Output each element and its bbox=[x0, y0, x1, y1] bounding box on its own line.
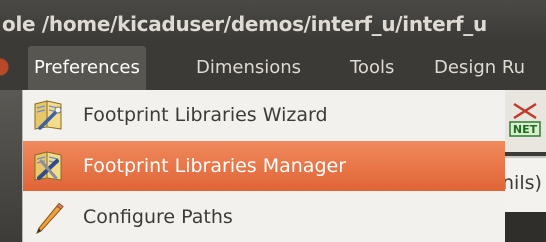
toolbar-field[interactable]: nils) bbox=[502, 156, 546, 212]
window-title: ole /home/kicaduser/demos/interf_u/inter… bbox=[2, 12, 487, 36]
canvas-edge bbox=[504, 212, 546, 242]
pencil-icon bbox=[36, 202, 64, 234]
svg-text:NET: NET bbox=[513, 123, 538, 136]
toolbar-button-area: NET bbox=[504, 90, 546, 152]
close-button-fragment[interactable] bbox=[0, 58, 16, 76]
menu-item-footprint-libraries-manager[interactable]: Footprint Libraries Manager bbox=[23, 141, 505, 191]
toolbar-left-edge bbox=[0, 90, 22, 242]
toolbar-field-text: nils) bbox=[502, 172, 542, 194]
menu-item-label: Footprint Libraries Manager bbox=[83, 155, 347, 177]
preferences-dropdown: Footprint Libraries Wizard Footprint Lib… bbox=[22, 90, 505, 242]
menu-item-label: Configure Paths bbox=[83, 206, 233, 228]
menu-tools[interactable]: Tools bbox=[350, 46, 394, 90]
menu-bar: Preferences Dimensions Tools Design Ru bbox=[0, 46, 546, 90]
menu-item-footprint-libraries-wizard[interactable]: Footprint Libraries Wizard bbox=[23, 90, 505, 140]
menu-item-label: Footprint Libraries Wizard bbox=[83, 104, 328, 126]
window-titlebar: ole /home/kicaduser/demos/interf_u/inter… bbox=[0, 0, 546, 46]
netlist-icon[interactable]: NET bbox=[508, 100, 542, 140]
menu-item-configure-paths[interactable]: Configure Paths bbox=[23, 192, 505, 242]
menu-dimensions[interactable]: Dimensions bbox=[196, 46, 301, 90]
toolbar-right-edge: NET nils) bbox=[502, 90, 546, 242]
library-wizard-icon bbox=[34, 100, 62, 130]
library-manager-icon bbox=[34, 151, 62, 181]
menu-design-rules[interactable]: Design Ru bbox=[434, 46, 525, 90]
menu-preferences[interactable]: Preferences bbox=[28, 46, 146, 90]
